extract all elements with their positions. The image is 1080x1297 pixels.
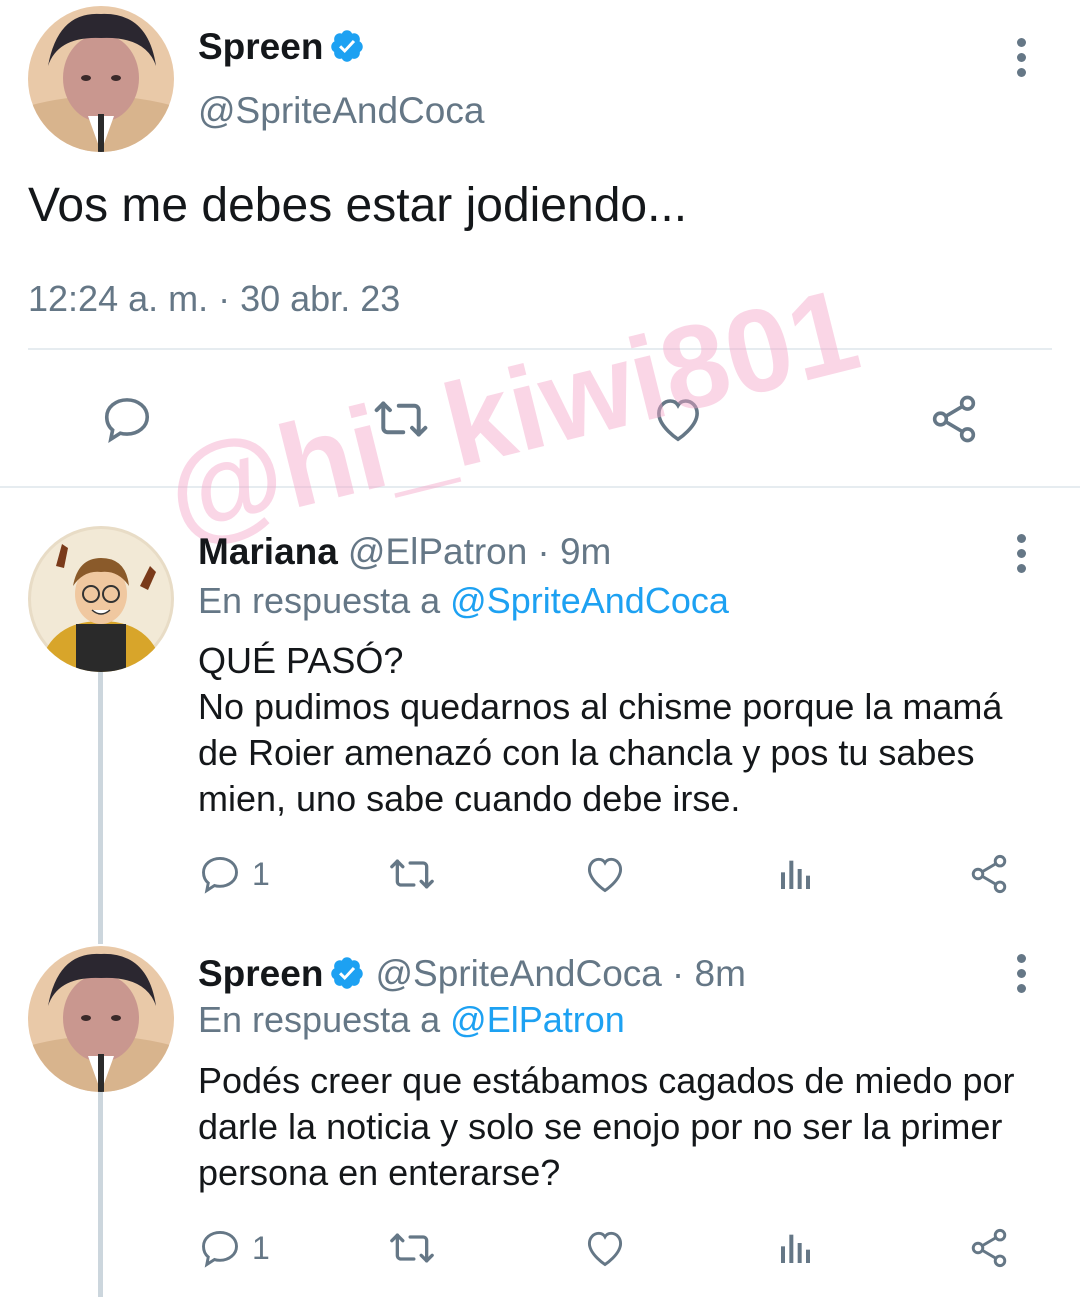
reply-context: En respuesta a @ElPatron [198,999,625,1041]
reply-text: QUÉ PASÓ? No pudimos quedarnos al chisme… [198,640,1003,819]
reply-context: En respuesta a @SpriteAndCoca [198,580,729,622]
share-icon [932,395,976,443]
reply-count: 1 [252,1229,270,1266]
avatar-spreen[interactable] [28,946,174,1092]
tweet-timestamp[interactable]: 12:24 a. m. · 30 abr. 23 [28,278,400,320]
reply-author-name[interactable]: Mariana [198,531,338,572]
reply-to-link[interactable]: @ElPatron [450,999,625,1040]
verified-badge-icon [331,30,364,62]
reply-like-button[interactable] [582,852,628,896]
reply-time: · 9m [537,531,612,572]
analytics-icon [781,1234,810,1263]
tweet-text: Vos me debes estar jodiendo... [28,179,688,232]
comment-button[interactable] [100,392,154,446]
like-icon [587,857,623,893]
thread-line [98,1092,103,1297]
avatar-spreen[interactable] [28,6,174,152]
author-name[interactable]: Spreen [198,26,365,68]
reply-analytics-button[interactable] [776,852,816,896]
reply-author-name[interactable]: Spreen [198,953,323,994]
reply-to-link[interactable]: @SpriteAndCoca [450,580,729,621]
reply-prefix: En respuesta a [198,999,441,1040]
reply-text: Podés creer que estábamos cagados de mie… [198,1060,1015,1193]
reply-author-handle[interactable]: @ElPatron [348,531,527,572]
reply-analytics-button[interactable] [776,1226,816,1270]
author-handle[interactable]: @SpriteAndCoca [198,90,484,132]
reply-header: Spreen @SpriteAndCoca · 8m [198,953,746,995]
reply-comment-button[interactable]: 1 [198,852,270,896]
like-icon [587,1231,623,1267]
author-name-text[interactable]: Spreen [198,26,323,67]
reply-time: · 8m [671,953,746,994]
reply-share-button[interactable] [966,1226,1012,1270]
more-options-icon[interactable] [1014,954,1028,994]
comment-icon [104,398,150,444]
reply-like-button[interactable] [582,1226,628,1270]
reply-count: 1 [252,855,270,892]
share-icon [971,1228,1007,1268]
reply-retweet-button[interactable] [386,1226,438,1270]
more-options-icon[interactable] [1014,38,1028,78]
analytics-icon [781,860,810,889]
reply-author-handle[interactable]: @SpriteAndCoca [375,953,661,994]
comment-icon [202,1230,238,1268]
reply-comment-button[interactable]: 1 [198,1226,270,1270]
reply-share-button[interactable] [966,852,1012,896]
retweet-icon [390,1233,434,1263]
comment-icon [202,856,238,894]
section-divider [0,486,1080,488]
reply-header: Mariana @ElPatron · 9m [198,531,611,573]
retweet-icon [390,859,434,889]
more-options-icon[interactable] [1014,534,1028,574]
reply-prefix: En respuesta a [198,580,441,621]
thread-line [98,672,103,944]
avatar-mariana[interactable] [28,526,174,672]
verified-badge-icon [331,957,364,989]
share-button[interactable] [926,392,982,446]
share-icon [971,854,1007,894]
reply-retweet-button[interactable] [386,852,438,896]
